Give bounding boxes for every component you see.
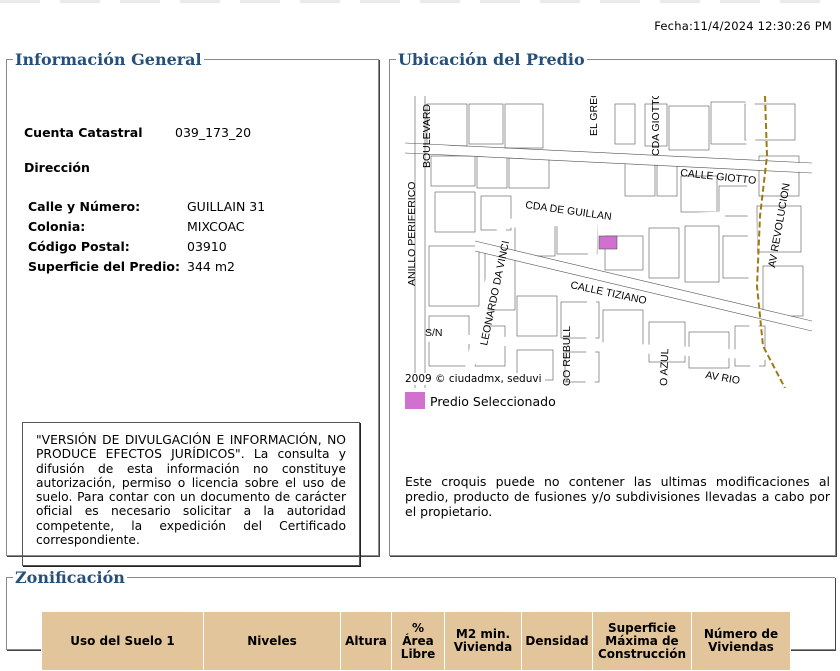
- calle-value: GUILLAIN 31: [187, 199, 266, 214]
- street-periferico: ANILLO PERIFERICO: [406, 182, 418, 286]
- header-densidad: Densidad: [521, 611, 593, 671]
- cp-value: 03910: [187, 239, 227, 254]
- zonificacion-title: Zonificación: [15, 568, 125, 587]
- cuenta-value: 039_173_20: [175, 125, 252, 140]
- header-m2-vivienda: M2 min. Vivienda: [444, 611, 522, 671]
- map-drawing: BOULEVARD ANILLO PERIFERICO EL GRECO CDA…: [405, 96, 812, 388]
- street-rebull: GO REBULL: [561, 326, 573, 386]
- header-area-libre: % Área Libre: [391, 611, 445, 671]
- street-cda-giotto: CDA GIOTTO: [650, 96, 662, 156]
- location-map[interactable]: BOULEVARD ANILLO PERIFERICO EL GRECO CDA…: [405, 96, 812, 388]
- map-credit: 2009 © ciudadmx, seduvi: [405, 373, 545, 385]
- ubicacion-panel: Ubicación del Predio BOULEVARD ANILLO PE…: [389, 50, 836, 556]
- street-el-greco: EL GRECO: [588, 96, 600, 136]
- top-toolbar-strip: [0, 0, 840, 3]
- street-sn: S/N: [425, 327, 443, 339]
- zonificacion-table: Uso del Suelo 1 Niveles Altura % Área Li…: [41, 611, 791, 671]
- info-general-panel: Información General Cuenta Catastral 039…: [6, 50, 379, 566]
- colonia-value: MIXCOAC: [187, 219, 245, 234]
- street-boulevard: BOULEVARD: [421, 104, 433, 168]
- date-stamp: Fecha:11/4/2024 12:30:26 PM: [654, 19, 832, 33]
- selected-parcel-swatch: [405, 392, 425, 409]
- ubicacion-title: Ubicación del Predio: [398, 50, 585, 69]
- disclaimer-text: "VERSIÓN DE DIVULGACIÓN E INFORMACIÓN, N…: [36, 433, 346, 548]
- map-note: Este croquis puede no contener las ultim…: [405, 474, 830, 519]
- calle-label: Calle y Número:: [28, 199, 141, 214]
- header-numero-viviendas: Número de Viviendas: [691, 611, 791, 671]
- header-superficie-maxima: Superficie Máxima de Construcción: [592, 611, 692, 671]
- header-altura: Altura: [340, 611, 392, 671]
- superficie-label: Superficie del Predio:: [28, 259, 180, 274]
- zonificacion-panel: Zonificación Uso del Suelo 1 Niveles Alt…: [6, 568, 835, 671]
- colonia-label: Colonia:: [28, 219, 86, 234]
- street-o-azul: O AZUL: [658, 348, 671, 386]
- direccion-label: Dirección: [24, 160, 90, 175]
- info-general-title: Información General: [15, 50, 202, 69]
- superficie-value: 344 m2: [187, 259, 235, 274]
- header-niveles: Niveles: [203, 611, 341, 671]
- cuenta-label: Cuenta Catastral: [24, 125, 143, 140]
- disclaimer-box: "VERSIÓN DE DIVULGACIÓN E INFORMACIÓN, N…: [22, 422, 360, 566]
- cp-label: Código Postal:: [28, 239, 130, 254]
- header-uso-suelo: Uso del Suelo 1: [41, 611, 204, 671]
- selected-parcel-legend: Predio Seleccionado: [430, 394, 556, 409]
